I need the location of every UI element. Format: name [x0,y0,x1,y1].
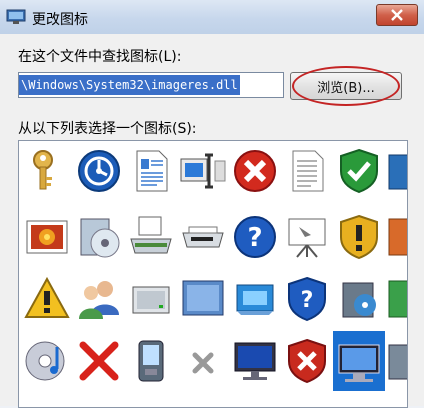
gray-x-icon[interactable] [179,337,227,385]
help-icon[interactable]: ? [231,213,279,261]
users-icon[interactable] [75,275,123,323]
network-panel-icon[interactable] [231,275,279,323]
partial-icon[interactable] [387,337,407,385]
icon-grid[interactable]: ? ? [18,140,408,408]
security-shield-icon[interactable] [335,147,383,195]
media-player-icon[interactable] [335,275,383,323]
drive-icon[interactable] [127,275,175,323]
dialog-title: 更改图标 [32,12,88,28]
monitor-icon[interactable] [231,337,279,385]
error-icon[interactable] [231,147,279,195]
display-adjust-icon[interactable] [179,147,227,195]
partial-icon[interactable] [387,213,407,261]
pda-icon[interactable] [127,337,175,385]
svg-text:?: ? [301,288,314,313]
title-bar: 更改图标 [0,0,424,34]
help-shield-icon[interactable]: ? [283,275,331,323]
file-path-input[interactable]: \Windows\System32\imageres.dll [18,72,284,98]
denied-shield-icon[interactable] [283,337,331,385]
red-x-icon[interactable] [75,337,123,385]
partial-icon[interactable] [387,275,407,323]
text-document-icon[interactable] [283,147,331,195]
partial-icon[interactable] [387,147,407,195]
storage-panel-icon[interactable] [179,275,227,323]
projector-screen-icon[interactable] [283,213,331,261]
svg-text:?: ? [247,223,262,253]
screen-selected-icon[interactable] [333,331,385,391]
sync-center-icon[interactable] [75,147,123,195]
window-icon [6,9,26,24]
document-icon[interactable] [127,147,175,195]
file-path-text: \Windows\System32\imageres.dll [19,75,240,95]
warning-icon[interactable] [23,275,71,323]
media-icon[interactable] [75,213,123,261]
search-label: 在这个文件中查找图标(L): [18,49,182,65]
printer-icon[interactable] [179,213,227,261]
key-icon[interactable] [23,147,71,195]
browse-button[interactable]: 浏览(B)... [290,72,402,100]
scanner-icon[interactable] [127,213,175,261]
close-icon [391,9,403,21]
icon-list-label: 从以下列表选择一个图标(S): [18,121,197,137]
close-button[interactable] [376,4,418,26]
warning-shield-icon[interactable] [335,213,383,261]
cd-music-icon[interactable] [23,337,71,385]
photo-gallery-icon[interactable] [23,213,71,261]
